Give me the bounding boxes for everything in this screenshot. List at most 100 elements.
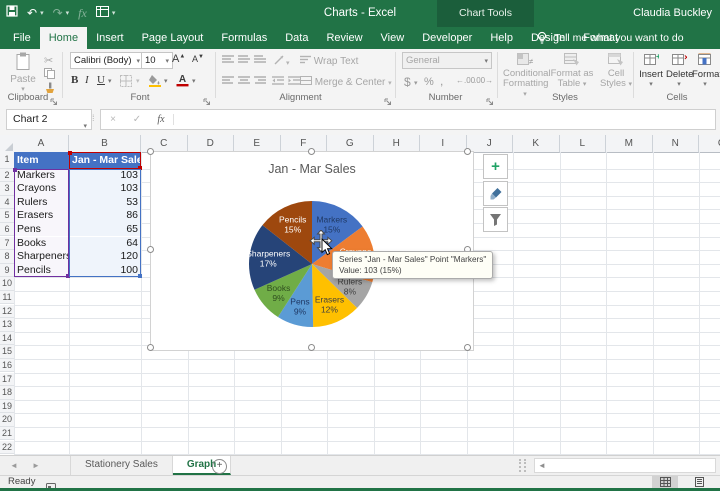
font-size-dropdown-icon[interactable]: ▾ bbox=[165, 54, 169, 68]
increase-indent-icon[interactable] bbox=[288, 76, 300, 88]
fill-color-button[interactable] bbox=[148, 74, 162, 90]
formula-bar-grip[interactable]: ⁞ bbox=[92, 113, 94, 123]
row-header-1[interactable]: 1 bbox=[0, 152, 15, 169]
number-format-select[interactable]: General ▾ bbox=[402, 52, 492, 69]
chart-resize-handle[interactable] bbox=[464, 344, 471, 351]
sheet-tab-stationery-sales[interactable]: Stationery Sales bbox=[70, 456, 173, 475]
row-header-22[interactable]: 22 bbox=[0, 440, 15, 455]
row-header-10[interactable]: 10 bbox=[0, 277, 15, 291]
delete-cells-button[interactable]: × Delete ▾ bbox=[666, 53, 693, 88]
bold-button[interactable]: B bbox=[71, 74, 78, 86]
row-header-19[interactable]: 19 bbox=[0, 399, 15, 414]
format-cells-button[interactable]: Format ▾ bbox=[692, 52, 720, 88]
series-name-range[interactable] bbox=[68, 151, 142, 170]
column-header-M[interactable]: M bbox=[606, 135, 653, 153]
merge-center-button[interactable]: Merge & Center ▾ bbox=[300, 76, 392, 88]
font-size-select[interactable]: 10 ▾ bbox=[141, 52, 173, 69]
orientation-button[interactable]: ▾ bbox=[274, 54, 290, 68]
column-header-B[interactable]: B bbox=[69, 135, 141, 153]
normal-view-button[interactable] bbox=[652, 476, 678, 488]
tab-review[interactable]: Review bbox=[317, 27, 371, 49]
chart-resize-handle[interactable] bbox=[308, 344, 315, 351]
accounting-format-button[interactable]: $ bbox=[404, 75, 411, 89]
font-name-dropdown-icon[interactable]: ▾ bbox=[136, 54, 140, 68]
column-header-O[interactable]: O bbox=[699, 135, 720, 153]
cancel-icon[interactable]: × bbox=[101, 114, 125, 125]
grow-font-button[interactable]: A▲ bbox=[172, 53, 185, 65]
scroll-left-icon[interactable]: ◄ bbox=[538, 460, 546, 472]
tab-file[interactable]: File bbox=[4, 27, 40, 49]
row-header-15[interactable]: 15 bbox=[0, 345, 15, 359]
comma-style-button[interactable]: , bbox=[440, 74, 443, 88]
chart-resize-handle[interactable] bbox=[147, 344, 154, 351]
align-top-icon[interactable] bbox=[222, 55, 234, 66]
row-header-6[interactable]: 6 bbox=[0, 222, 15, 237]
row-header-20[interactable]: 20 bbox=[0, 413, 15, 427]
format-as-table-button[interactable]: Format as Table ▾ bbox=[550, 53, 594, 90]
row-header-9[interactable]: 9 bbox=[0, 263, 15, 278]
tab-formulas[interactable]: Formulas bbox=[212, 27, 276, 49]
increase-decimal-button[interactable]: ←.00 bbox=[456, 76, 475, 85]
percent-style-button[interactable]: % bbox=[424, 76, 434, 88]
borders-button[interactable] bbox=[120, 75, 132, 90]
decrease-indent-icon[interactable] bbox=[272, 76, 284, 88]
select-all-button[interactable] bbox=[0, 135, 15, 153]
column-header-A[interactable]: A bbox=[14, 135, 69, 153]
font-color-button[interactable]: A bbox=[176, 73, 189, 90]
sheet-nav-right-icon[interactable]: ► bbox=[32, 456, 40, 475]
shrink-font-button[interactable]: A▼ bbox=[192, 54, 204, 64]
tab-help[interactable]: Help bbox=[481, 27, 522, 49]
cell-A1[interactable]: Item bbox=[14, 152, 69, 169]
align-left-icon[interactable] bbox=[222, 76, 234, 87]
chart-resize-handle[interactable] bbox=[464, 148, 471, 155]
account-name[interactable]: Claudia Buckley bbox=[633, 0, 712, 27]
row-header-4[interactable]: 4 bbox=[0, 195, 15, 210]
chart-styles-button[interactable] bbox=[483, 181, 508, 206]
tell-me-box[interactable]: Tell me what you want to do bbox=[536, 27, 684, 49]
column-header-L[interactable]: L bbox=[559, 135, 606, 153]
chart-resize-handle[interactable] bbox=[147, 246, 154, 253]
row-header-18[interactable]: 18 bbox=[0, 386, 15, 400]
tab-data[interactable]: Data bbox=[276, 27, 317, 49]
range-handle[interactable] bbox=[68, 151, 72, 155]
number-format-dropdown-icon[interactable]: ▾ bbox=[484, 54, 488, 68]
row-header-17[interactable]: 17 bbox=[0, 372, 15, 387]
horizontal-scrollbar[interactable]: ◄ bbox=[534, 458, 716, 473]
tab-scroll-splitter[interactable] bbox=[519, 459, 526, 472]
tab-view[interactable]: View bbox=[372, 27, 414, 49]
font-name-select[interactable]: Calibri (Body) ▾ bbox=[70, 52, 144, 69]
accounting-dropdown-icon[interactable]: ▾ bbox=[414, 79, 418, 87]
row-header-16[interactable]: 16 bbox=[0, 358, 15, 373]
name-box-dropdown-icon[interactable]: ▾ bbox=[83, 117, 87, 136]
page-layout-view-button[interactable] bbox=[686, 476, 712, 488]
chart-title[interactable]: Jan - Mar Sales bbox=[151, 162, 473, 176]
enter-icon[interactable]: ✓ bbox=[125, 114, 149, 125]
categories-range[interactable] bbox=[13, 167, 70, 279]
insert-function-fx-icon[interactable]: fx bbox=[149, 114, 174, 125]
tab-home[interactable]: Home bbox=[39, 27, 88, 49]
formula-field[interactable]: × ✓ fx bbox=[100, 109, 716, 130]
font-color-dropdown-icon[interactable]: ▾ bbox=[192, 77, 196, 85]
row-header-14[interactable]: 14 bbox=[0, 331, 15, 346]
row-header-3[interactable]: 3 bbox=[0, 182, 15, 196]
chart-elements-button[interactable]: + bbox=[483, 154, 508, 179]
row-header-12[interactable]: 12 bbox=[0, 304, 15, 319]
row-header-21[interactable]: 21 bbox=[0, 426, 15, 441]
copy-button[interactable] bbox=[44, 68, 55, 82]
paste-button[interactable]: Paste ▾ bbox=[6, 52, 40, 93]
range-handle[interactable] bbox=[13, 167, 17, 172]
borders-dropdown-icon[interactable]: ▾ bbox=[136, 77, 140, 85]
values-range[interactable] bbox=[69, 168, 142, 279]
decrease-decimal-button[interactable]: .00→ bbox=[474, 76, 493, 85]
chart-filters-button[interactable] bbox=[483, 207, 508, 232]
column-header-N[interactable]: N bbox=[652, 135, 699, 153]
chart-resize-handle[interactable] bbox=[308, 148, 315, 155]
range-handle[interactable] bbox=[138, 274, 142, 279]
row-header-7[interactable]: 7 bbox=[0, 236, 15, 251]
row-header-5[interactable]: 5 bbox=[0, 209, 15, 223]
fill-color-dropdown-icon[interactable]: ▾ bbox=[164, 77, 168, 85]
italic-button[interactable]: I bbox=[85, 74, 89, 86]
new-sheet-button[interactable]: + bbox=[212, 459, 227, 474]
column-header-K[interactable]: K bbox=[513, 135, 560, 153]
align-right-icon[interactable] bbox=[254, 76, 266, 87]
